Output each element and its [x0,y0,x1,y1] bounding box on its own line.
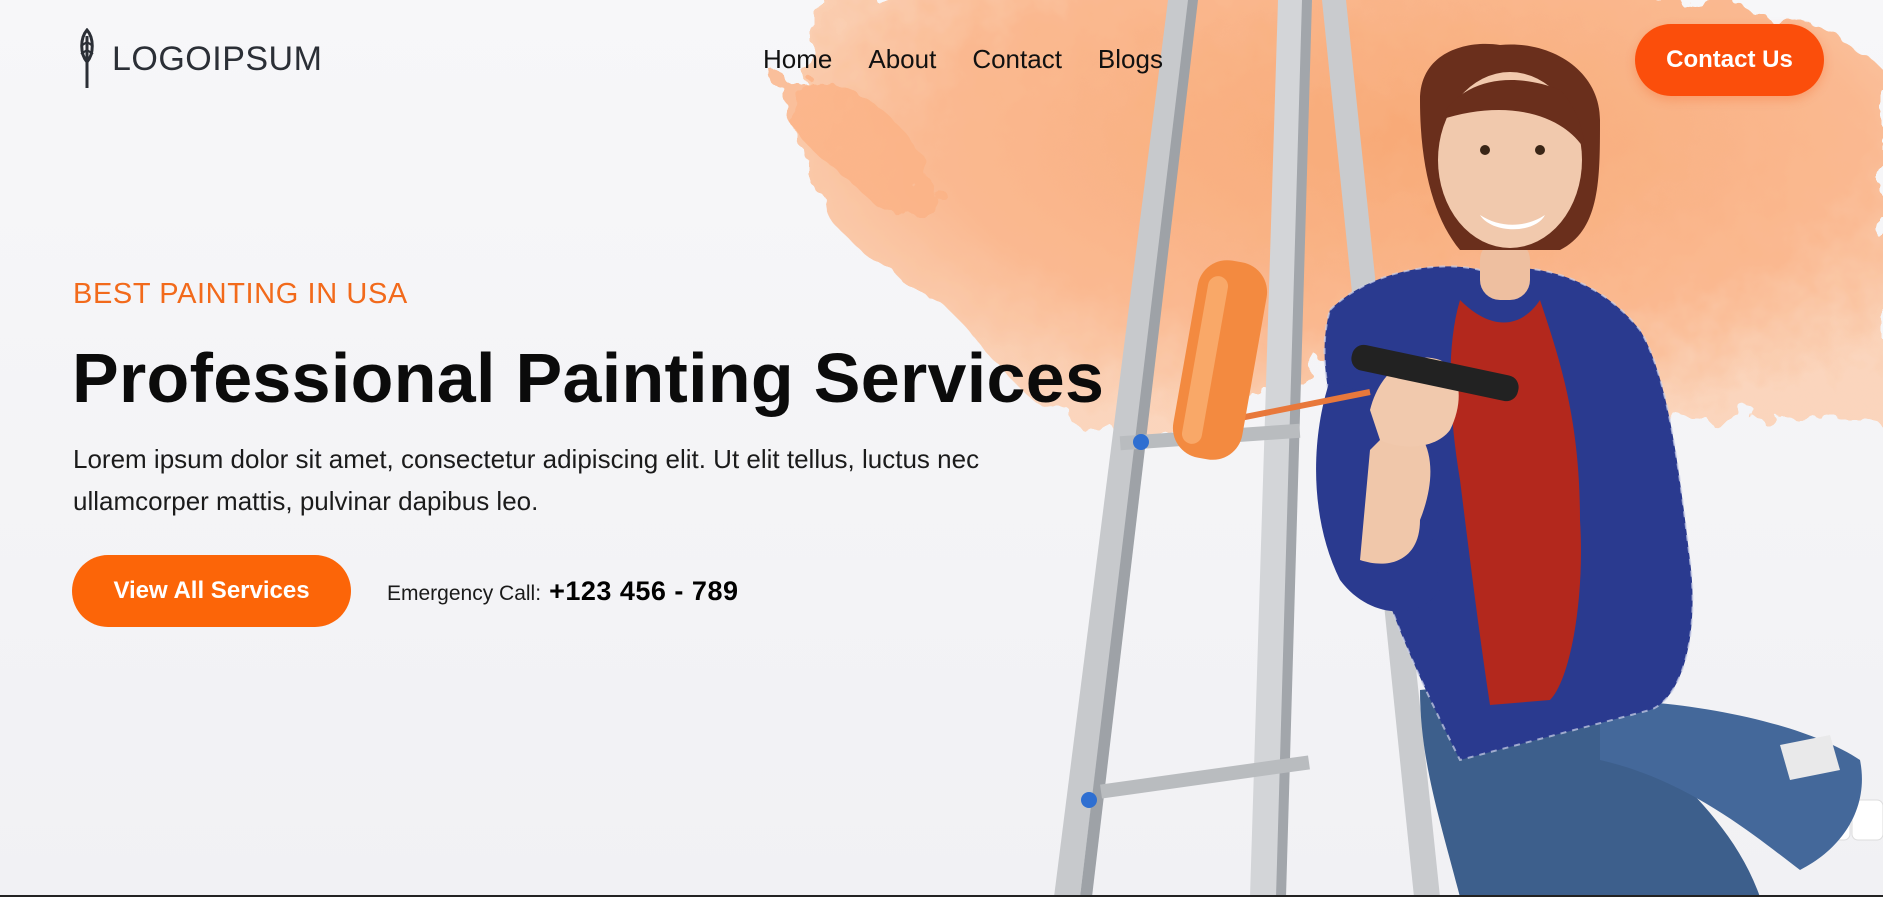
logo[interactable]: LOGOIPSUM [74,28,322,90]
emergency-label: Emergency Call: [387,582,542,605]
main-nav: Home About Contact Blogs [763,44,1163,75]
nav-item-home[interactable]: Home [763,44,832,75]
nav-item-about[interactable]: About [868,44,936,75]
hero-eyebrow: BEST PAINTING IN USA [73,278,408,310]
logo-text: LOGOIPSUM [112,39,323,78]
logo-icon [80,28,94,88]
nav-item-blogs[interactable]: Blogs [1098,44,1163,75]
hero-description: Lorem ipsum dolor sit amet, consectetur … [73,444,980,516]
hero-section: LOGOIPSUM Home About Contact Blogs Conta… [0,0,1883,897]
emergency-phone[interactable]: +123 456 - 789 [549,576,738,607]
painter-illustration [1054,0,1883,897]
view-all-services-button[interactable]: View All Services [72,555,351,627]
emergency-call: Emergency Call: +123 456 - 789 [387,576,738,607]
contact-us-button[interactable]: Contact Us [1635,24,1824,96]
nav-item-contact[interactable]: Contact [972,44,1062,75]
site-header: LOGOIPSUM Home About Contact Blogs Conta… [0,0,1883,120]
hero-title: Professional Painting Services [72,339,1105,417]
